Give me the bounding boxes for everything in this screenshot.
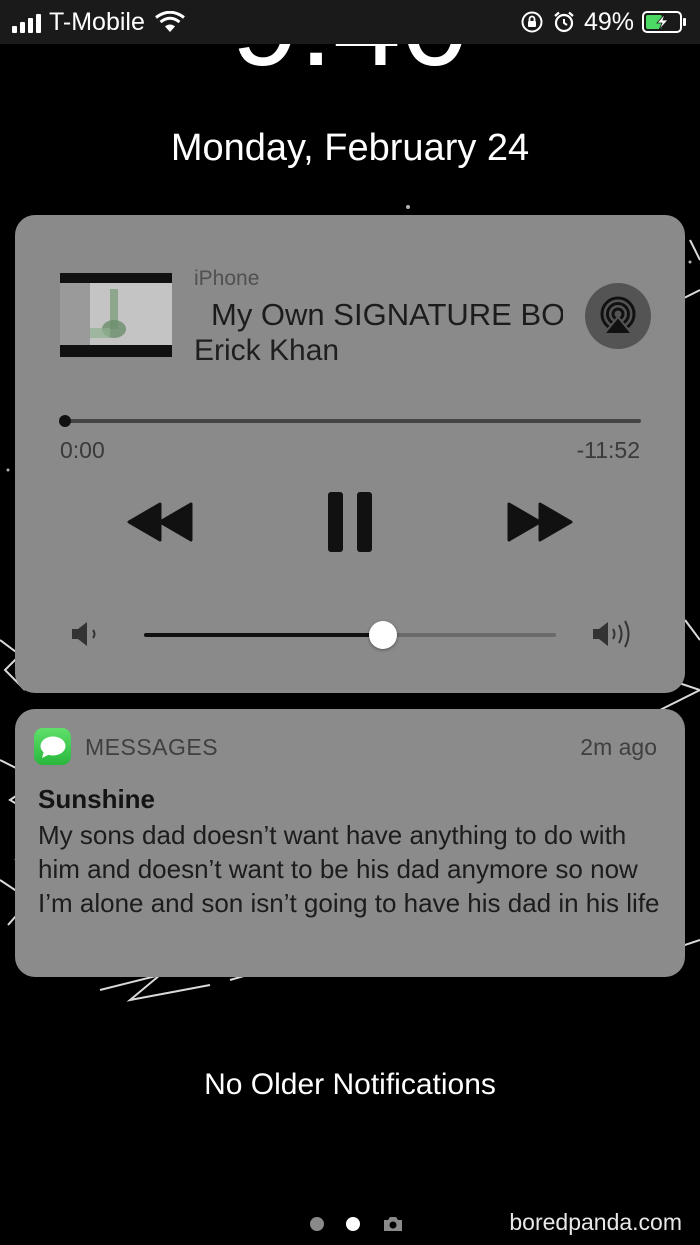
notification-app-name: MESSAGES (85, 734, 219, 760)
airplay-button[interactable] (585, 283, 651, 349)
message-body: My sons dad doesn’t want have anything t… (38, 820, 660, 918)
battery-charging-icon (642, 11, 686, 33)
no-older-notifications-label: No Older Notifications (204, 1068, 496, 1101)
carrier-name: T-Mobile (49, 8, 145, 36)
page-indicator[interactable] (310, 1215, 404, 1233)
wifi-icon (154, 11, 185, 32)
fast-forward-icon (507, 502, 573, 542)
fast-forward-button[interactable] (505, 497, 575, 547)
camera-icon[interactable] (382, 1215, 404, 1233)
track-title: My Own SIGNATURE BONG (211, 297, 563, 332)
rewind-icon (127, 502, 193, 542)
track-title-container: My Own SIGNATURE BONG (211, 295, 563, 335)
notification-time: 2m ago (580, 734, 657, 760)
signal-icon (12, 11, 41, 33)
artist-name: Erick Khan (194, 334, 340, 367)
battery-percent: 49% (583, 8, 634, 36)
progress-track[interactable] (65, 419, 641, 423)
album-artwork[interactable] (60, 273, 172, 357)
pause-icon (328, 492, 372, 552)
alarm-icon (554, 11, 574, 33)
pause-button[interactable] (320, 489, 380, 555)
orientation-lock-icon (521, 11, 543, 33)
status-bar: T-Mobile 49% (0, 0, 700, 44)
page-dot[interactable] (310, 1217, 324, 1231)
volume-slider[interactable] (144, 633, 556, 637)
message-notification[interactable]: MESSAGES 2m ago Sunshine My sons dad doe… (15, 709, 685, 977)
progress-scrubber[interactable] (59, 415, 71, 427)
remaining-time: -11:52 (576, 437, 640, 463)
watermark: boredpanda.com (509, 1209, 682, 1235)
message-sender: Sunshine (38, 784, 156, 814)
playback-source: iPhone (194, 267, 260, 290)
messages-app-icon (34, 728, 71, 765)
now-playing-widget: iPhone My Own SIGNATURE BONG Erick Khan … (15, 215, 685, 693)
volume-low-icon (72, 622, 96, 646)
volume-high-icon (593, 620, 630, 648)
speech-bubble-icon (40, 736, 65, 758)
volume-knob[interactable] (368, 621, 397, 649)
lock-date: Monday, February 24 (170, 127, 530, 169)
lock-screen: 9:40 T-Mobile 49% Monday, February 24 iP… (0, 0, 700, 1245)
rewind-button[interactable] (125, 497, 195, 547)
artwork-image (60, 283, 172, 345)
volume-level-fill (144, 633, 383, 637)
page-dot-active[interactable] (346, 1217, 360, 1231)
elapsed-time: 0:00 (60, 437, 105, 463)
airplay-icon (600, 296, 636, 335)
